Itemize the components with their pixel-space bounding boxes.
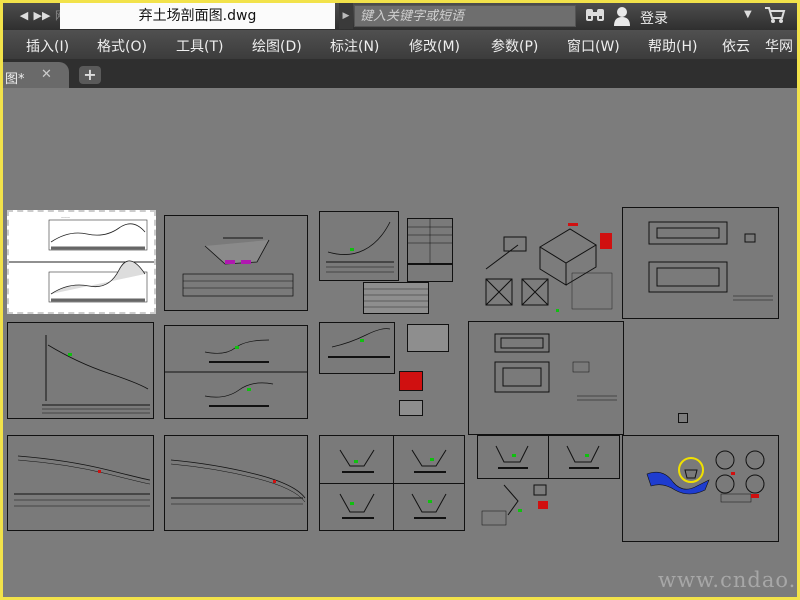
drawing-sheet[interactable] bbox=[622, 435, 779, 542]
svg-text:———: ——— bbox=[61, 215, 70, 219]
document-title: 弃土场剖面图.dwg bbox=[60, 3, 335, 29]
drawing-sheet[interactable] bbox=[622, 207, 779, 319]
drawing-sheet[interactable] bbox=[7, 322, 154, 419]
drawing-sheet-details[interactable] bbox=[477, 480, 619, 532]
quick-access-back-icon[interactable]: ◀ bbox=[15, 7, 33, 25]
menu-dimension[interactable]: 标注(N) bbox=[330, 36, 379, 56]
menu-window[interactable]: 窗口(W) bbox=[567, 36, 620, 56]
cart-icon[interactable] bbox=[764, 6, 786, 28]
search-input[interactable]: 键入关键字或短语 bbox=[354, 5, 576, 27]
drawing-canvas[interactable]: ——— bbox=[3, 88, 797, 597]
drawing-sheet[interactable] bbox=[164, 215, 308, 311]
menu-modify[interactable]: 修改(M) bbox=[409, 36, 460, 56]
drawing-sheet[interactable] bbox=[164, 435, 308, 531]
menu-parameter[interactable]: 参数(P) bbox=[491, 36, 538, 56]
drawing-table[interactable] bbox=[399, 400, 423, 416]
menu-help[interactable]: 帮助(H) bbox=[648, 36, 697, 56]
drawing-sheet[interactable] bbox=[319, 211, 399, 281]
drawing-sheet[interactable] bbox=[407, 264, 453, 282]
red-detail-block[interactable] bbox=[399, 371, 423, 391]
drawing-sheet[interactable]: ——— bbox=[7, 210, 156, 314]
account-dropdown-icon[interactable]: ▼ bbox=[744, 9, 752, 20]
menu-format[interactable]: 格式(O) bbox=[97, 36, 147, 56]
binoculars-icon[interactable] bbox=[585, 7, 605, 27]
drawing-table[interactable] bbox=[363, 282, 429, 314]
drawing-sheet[interactable] bbox=[319, 435, 395, 485]
menu-draw[interactable]: 绘图(D) bbox=[252, 36, 302, 56]
login-link[interactable]: 登录 bbox=[640, 8, 668, 28]
document-tab-bar: 图* ✕ + bbox=[3, 59, 797, 88]
drawing-table[interactable] bbox=[407, 324, 449, 352]
menu-insert[interactable]: 插入(I) bbox=[26, 36, 69, 56]
new-tab-button[interactable]: + bbox=[79, 66, 101, 84]
title-bar: ◀ ▶▶ 网 弃土场剖面图.dwg ▶ 键入关键字或短语 登录 ▼ bbox=[3, 3, 797, 30]
drawing-sheet[interactable] bbox=[164, 325, 308, 419]
search-expand-arrow-icon[interactable]: ▶ bbox=[339, 3, 353, 29]
drawing-sheet[interactable] bbox=[319, 483, 395, 531]
drawing-sheet[interactable] bbox=[393, 483, 465, 531]
drawing-sheet[interactable] bbox=[548, 435, 620, 479]
drawing-sheet[interactable] bbox=[477, 435, 549, 479]
quick-access-forward-icon[interactable]: ▶▶ bbox=[33, 7, 51, 25]
drawing-sheet[interactable] bbox=[319, 322, 395, 374]
menu-tools[interactable]: 工具(T) bbox=[176, 36, 223, 56]
watermark-text: www.cndao.com bbox=[658, 568, 797, 592]
drawing-sheet[interactable] bbox=[393, 435, 465, 485]
drawing-sheet[interactable] bbox=[468, 321, 624, 435]
drawing-sheet[interactable] bbox=[407, 218, 453, 264]
drawing-sheet[interactable] bbox=[7, 435, 154, 531]
tab-drawing[interactable]: 图* ✕ bbox=[3, 62, 69, 88]
app-window: ◀ ▶▶ 网 弃土场剖面图.dwg ▶ 键入关键字或短语 登录 ▼ bbox=[3, 3, 797, 597]
menu-yiyun[interactable]: 依云 bbox=[722, 36, 750, 56]
tab-label: 图* bbox=[5, 72, 25, 87]
menu-huawang[interactable]: 华网 bbox=[765, 36, 793, 56]
drawing-sheet-isometric[interactable] bbox=[477, 216, 619, 318]
menu-bar: 插入(I) 格式(O) 工具(T) 绘图(D) 标注(N) 修改(M) 参数(P… bbox=[3, 30, 797, 59]
user-icon[interactable] bbox=[613, 6, 631, 26]
small-square-marker bbox=[678, 413, 688, 423]
close-icon[interactable]: ✕ bbox=[41, 67, 52, 82]
